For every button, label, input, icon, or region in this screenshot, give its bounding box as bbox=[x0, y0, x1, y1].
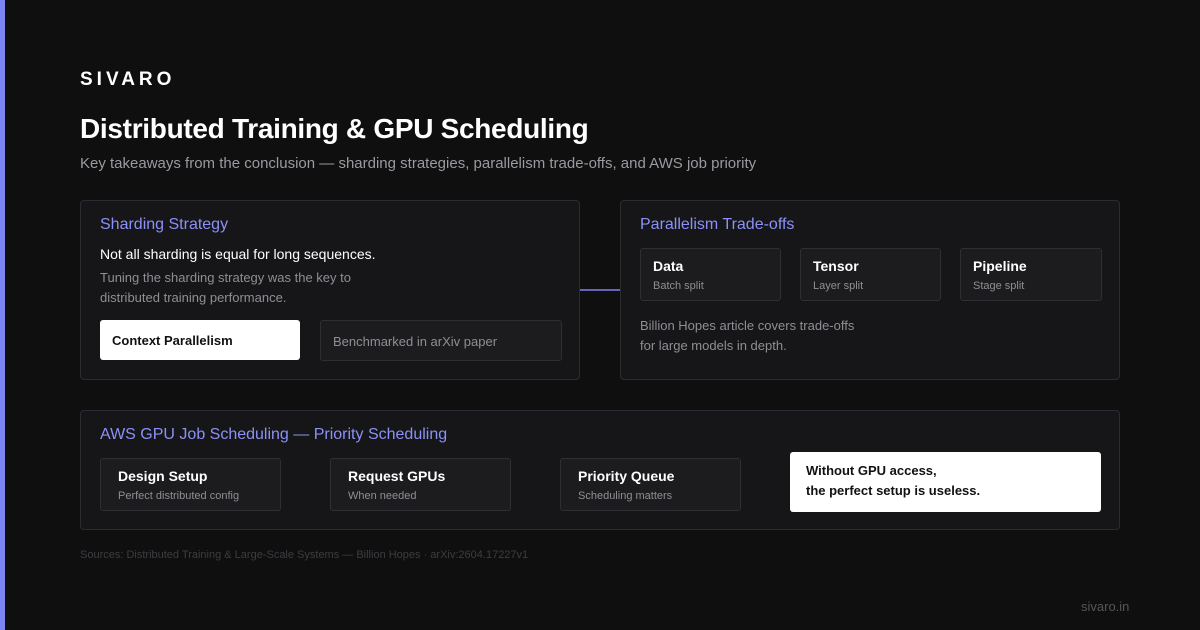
parallelism-item-title: Data bbox=[653, 258, 684, 274]
step-sub: When needed bbox=[348, 490, 417, 502]
parallelism-item-sub: Stage split bbox=[973, 280, 1025, 292]
step-priority-queue: Priority Queue Scheduling matters bbox=[560, 458, 741, 511]
conclusion-box: Without GPU access, the perfect setup is… bbox=[790, 452, 1101, 512]
conclusion-line2: the perfect setup is useless. bbox=[806, 483, 981, 498]
sharding-heading: Sharding Strategy bbox=[100, 216, 229, 233]
parallelism-tradeoffs-card: Parallelism Trade-offs Data Batch split … bbox=[620, 200, 1120, 380]
parallelism-item-title: Pipeline bbox=[973, 258, 1027, 274]
step-sub: Scheduling matters bbox=[578, 490, 673, 502]
benchmark-pill: Benchmarked in arXiv paper bbox=[320, 320, 562, 361]
context-parallelism-pill: Context Parallelism bbox=[100, 320, 300, 360]
sharding-strategy-card: Sharding Strategy Not all sharding is eq… bbox=[80, 200, 580, 380]
scheduling-heading: AWS GPU Job Scheduling — Priority Schedu… bbox=[100, 426, 448, 443]
benchmark-label: Benchmarked in arXiv paper bbox=[333, 334, 498, 349]
sharding-detail-line1: Tuning the sharding strategy was the key… bbox=[100, 270, 351, 285]
parallelism-item-sub: Layer split bbox=[813, 280, 864, 292]
parallelism-heading: Parallelism Trade-offs bbox=[640, 216, 795, 233]
sharding-statement: Not all sharding is equal for long seque… bbox=[100, 246, 376, 262]
context-parallelism-label: Context Parallelism bbox=[112, 333, 233, 348]
parallelism-item-pipeline: Pipeline Stage split bbox=[960, 248, 1102, 301]
step-title: Design Setup bbox=[118, 468, 208, 484]
parallelism-note-line1: Billion Hopes article covers trade-offs bbox=[640, 318, 855, 333]
conclusion-line1: Without GPU access, bbox=[806, 463, 937, 478]
step-title: Priority Queue bbox=[578, 468, 675, 484]
parallelism-item-title: Tensor bbox=[813, 258, 859, 274]
sharding-detail-line2: distributed training performance. bbox=[100, 290, 287, 305]
parallelism-item-tensor: Tensor Layer split bbox=[800, 248, 941, 301]
step-title: Request GPUs bbox=[348, 468, 446, 484]
step-sub: Perfect distributed config bbox=[118, 490, 240, 502]
parallelism-note-line2: for large models in depth. bbox=[640, 338, 787, 353]
step-design-setup: Design Setup Perfect distributed config bbox=[100, 458, 281, 511]
parallelism-item-sub: Batch split bbox=[653, 280, 704, 292]
aws-scheduling-card: AWS GPU Job Scheduling — Priority Schedu… bbox=[80, 410, 1120, 530]
sources-note: Sources: Distributed Training & Large-Sc… bbox=[80, 549, 529, 561]
parallelism-item-data: Data Batch split bbox=[640, 248, 781, 301]
footer-url[interactable]: sivaro.in bbox=[1081, 599, 1129, 614]
step-request-gpus: Request GPUs When needed bbox=[330, 458, 511, 511]
